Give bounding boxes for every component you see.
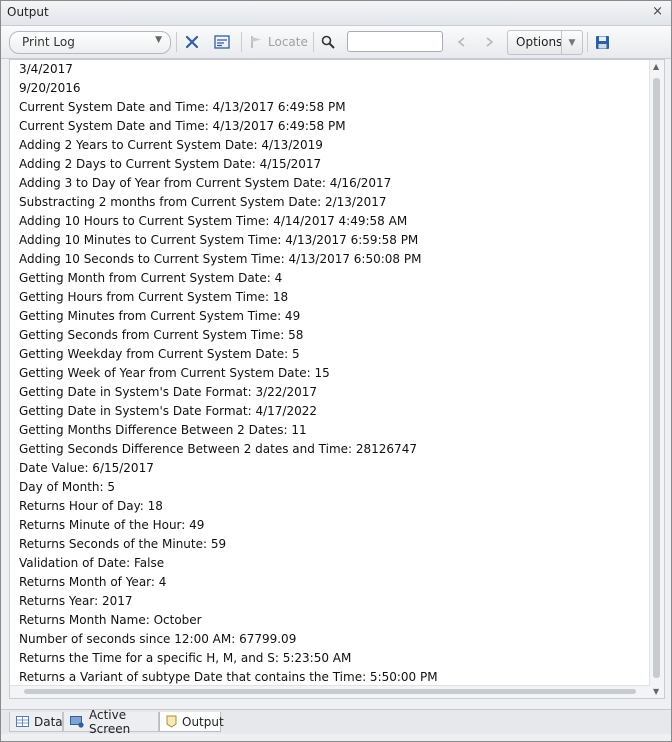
floppy-disk-icon xyxy=(595,35,610,50)
log-line: Getting Month from Current System Date: … xyxy=(19,271,283,285)
log-line: Adding 3 to Day of Year from Current Sys… xyxy=(19,176,392,190)
log-line: Returns Seconds of the Minute: 59 xyxy=(19,537,227,551)
output-window: Output × Print Log ▼ Locate Options ▼ 3/… xyxy=(0,0,672,742)
log-line: Getting Seconds from Current System Time… xyxy=(19,328,304,342)
title-bar: Output × xyxy=(1,1,671,26)
log-line: Returns Year: 2017 xyxy=(19,594,133,608)
horizontal-scroll-thumb[interactable] xyxy=(24,689,636,694)
log-line: Substracting 2 months from Current Syste… xyxy=(19,195,387,209)
log-line: Validation of Date: False xyxy=(19,556,165,570)
log-line: Getting Week of Year from Current System… xyxy=(19,366,330,380)
word-wrap-button[interactable] xyxy=(214,32,230,52)
arrow-left-icon xyxy=(455,35,469,49)
close-x-icon xyxy=(185,35,199,49)
log-line: Getting Date in System's Date Format: 4/… xyxy=(19,404,317,418)
window-title: Output xyxy=(7,5,49,19)
log-line: Adding 2 Days to Current System Date: 4/… xyxy=(19,157,322,171)
log-line: Adding 10 Hours to Current System Time: … xyxy=(19,214,408,228)
filter-combo[interactable]: Print Log ▼ xyxy=(9,31,171,54)
log-line: Adding 10 Seconds to Current System Time… xyxy=(19,252,422,266)
log-line: Returns Month Name: October xyxy=(19,613,202,627)
close-icon[interactable]: × xyxy=(652,4,663,19)
find-next-button[interactable] xyxy=(482,32,496,52)
bottom-tab-bar: Data Active Screen Output xyxy=(1,708,671,736)
tab-label: Output xyxy=(182,714,224,729)
log-line: Getting Minutes from Current System Time… xyxy=(19,309,301,323)
data-grid-icon xyxy=(16,716,29,727)
log-line: Returns Hour of Day: 18 xyxy=(19,499,163,513)
vertical-scrollbar[interactable]: ▲ ▼ xyxy=(649,60,664,698)
find-previous-button[interactable] xyxy=(455,32,469,52)
log-line: 9/20/2016 xyxy=(19,81,81,95)
log-line: Adding 10 Minutes to Current System Time… xyxy=(19,233,419,247)
vertical-scroll-thumb[interactable] xyxy=(653,78,660,678)
options-label: Options xyxy=(516,35,563,49)
log-line: Getting Weekday from Current System Date… xyxy=(19,347,300,361)
arrow-right-icon xyxy=(482,35,496,49)
output-icon xyxy=(166,715,177,728)
log-line: Current System Date and Time: 4/13/2017 … xyxy=(19,100,346,114)
log-line: Returns the Time for a specific H, M, an… xyxy=(19,651,352,665)
search-icon xyxy=(321,35,335,49)
log-text: 3/4/2017 9/20/2016 Current System Date and… xyxy=(19,60,649,687)
log-line: Number of seconds since 12:00 AM: 67799.… xyxy=(19,632,297,646)
tab-label: Data xyxy=(34,714,63,729)
locate-button[interactable]: Locate xyxy=(249,32,308,52)
toolbar-separator xyxy=(176,32,177,52)
tab-label: Active Screen xyxy=(89,707,131,736)
horizontal-scrollbar[interactable] xyxy=(10,685,650,698)
output-toolbar: Print Log ▼ Locate Options ▼ xyxy=(1,26,671,59)
tab-active-screen[interactable]: Active Screen xyxy=(63,708,159,736)
toolbar-separator xyxy=(587,32,588,52)
log-line: Returns Month of Year: 4 xyxy=(19,575,167,589)
active-screen-icon xyxy=(70,715,84,728)
flag-icon xyxy=(249,35,263,49)
scroll-up-icon[interactable]: ▲ xyxy=(653,62,659,71)
word-wrap-icon xyxy=(214,35,230,49)
output-log-pane[interactable]: 3/4/2017 9/20/2016 Current System Date and… xyxy=(9,59,665,699)
log-line: Getting Hours from Current System Time: … xyxy=(19,290,289,304)
tab-output[interactable]: Output xyxy=(159,712,224,732)
log-line: Returns Minute of the Hour: 49 xyxy=(19,518,205,532)
log-line: Date Value: 6/15/2017 xyxy=(19,461,154,475)
locate-label: Locate xyxy=(268,35,308,49)
search-input[interactable] xyxy=(347,31,443,52)
options-button[interactable]: Options ▼ xyxy=(507,30,583,55)
find-button[interactable] xyxy=(321,32,335,52)
clear-button[interactable] xyxy=(185,32,199,52)
log-line: Day of Month: 5 xyxy=(19,480,115,494)
filter-combo-value: Print Log xyxy=(22,35,75,49)
toolbar-separator xyxy=(313,32,314,52)
save-button[interactable] xyxy=(595,32,610,52)
log-line: Current System Date and Time: 4/13/2017 … xyxy=(19,119,346,133)
log-line: 3/4/2017 xyxy=(19,62,73,76)
chevron-down-icon[interactable]: ▼ xyxy=(561,31,582,54)
log-line: Getting Seconds Difference Between 2 dat… xyxy=(19,442,417,456)
scroll-down-icon[interactable]: ▼ xyxy=(653,687,659,696)
log-line: Adding 2 Years to Current System Date: 4… xyxy=(19,138,323,152)
log-line: Getting Date in System's Date Format: 3/… xyxy=(19,385,317,399)
log-line: Getting Months Difference Between 2 Date… xyxy=(19,423,307,437)
chevron-down-icon: ▼ xyxy=(155,35,162,45)
toolbar-separator xyxy=(241,32,242,52)
tab-data[interactable]: Data xyxy=(9,712,63,732)
